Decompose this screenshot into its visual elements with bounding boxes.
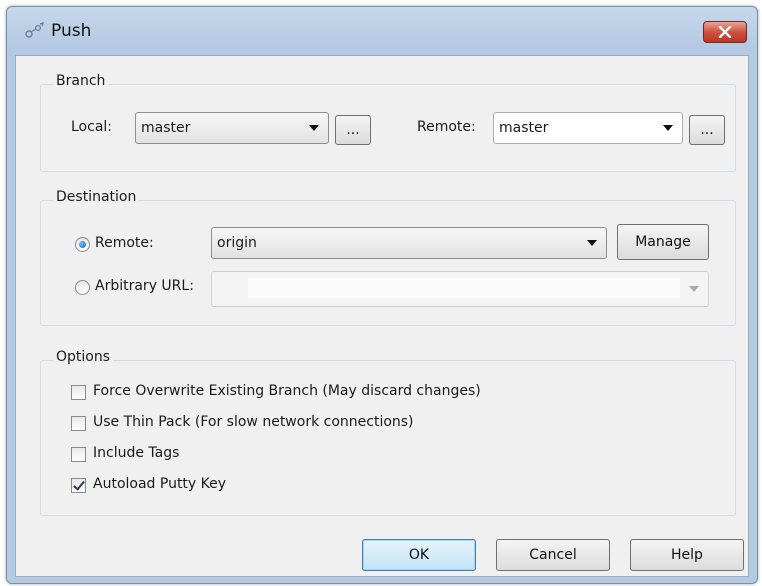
ok-button[interactable]: OK: [362, 539, 476, 571]
autoload-putty-key-label[interactable]: Autoload Putty Key: [93, 476, 226, 492]
remote-browse-button[interactable]: ...: [689, 115, 725, 145]
destination-group: Destination Remote: origin Manage Arbitr…: [40, 189, 736, 326]
branch-group-title: Branch: [53, 73, 109, 89]
push-app-icon: [25, 22, 45, 38]
destination-group-title: Destination: [53, 189, 140, 205]
manage-button[interactable]: Manage: [617, 224, 709, 260]
arbitrary-url-input[interactable]: [211, 271, 709, 307]
window-title: Push: [51, 21, 92, 41]
chevron-down-icon: [309, 125, 319, 131]
push-dialog: Push Branch Local: master ... Remote: ma…: [6, 6, 758, 584]
branch-group: Branch Local: master ... Remote: master …: [40, 73, 736, 172]
arbitrary-url-radio[interactable]: [75, 280, 90, 295]
chevron-down-icon: [663, 125, 673, 131]
help-button[interactable]: Help: [630, 539, 744, 571]
local-branch-value: master: [141, 120, 191, 136]
dialog-body: Branch Local: master ... Remote: master …: [15, 55, 749, 577]
thin-pack-label[interactable]: Use Thin Pack (For slow network connecti…: [93, 414, 414, 430]
remote-value: origin: [217, 235, 257, 251]
force-overwrite-label[interactable]: Force Overwrite Existing Branch (May dis…: [93, 383, 481, 399]
close-icon: [718, 26, 732, 38]
chevron-down-icon: [587, 240, 597, 246]
options-group: Options Force Overwrite Existing Branch …: [40, 349, 736, 516]
local-branch-select[interactable]: master: [135, 112, 329, 144]
force-overwrite-checkbox[interactable]: [71, 385, 86, 400]
chevron-down-icon: [689, 286, 699, 292]
remote-branch-label: Remote:: [417, 119, 476, 135]
thin-pack-checkbox[interactable]: [71, 416, 86, 431]
remote-branch-value: master: [499, 120, 549, 136]
arbitrary-url-label[interactable]: Arbitrary URL:: [95, 278, 194, 294]
url-text-area: [248, 278, 680, 298]
local-browse-button[interactable]: ...: [335, 115, 371, 145]
options-group-title: Options: [53, 349, 114, 365]
close-button[interactable]: [703, 21, 747, 43]
remote-select[interactable]: origin: [211, 227, 607, 259]
remote-radio[interactable]: [75, 237, 90, 252]
title-bar[interactable]: Push: [7, 7, 757, 55]
local-label: Local:: [71, 119, 113, 135]
autoload-putty-key-checkbox[interactable]: [71, 478, 86, 493]
include-tags-checkbox[interactable]: [71, 447, 86, 462]
include-tags-label[interactable]: Include Tags: [93, 445, 179, 461]
remote-radio-label[interactable]: Remote:: [95, 235, 154, 251]
remote-branch-select[interactable]: master: [493, 112, 683, 144]
cancel-button[interactable]: Cancel: [496, 539, 610, 571]
